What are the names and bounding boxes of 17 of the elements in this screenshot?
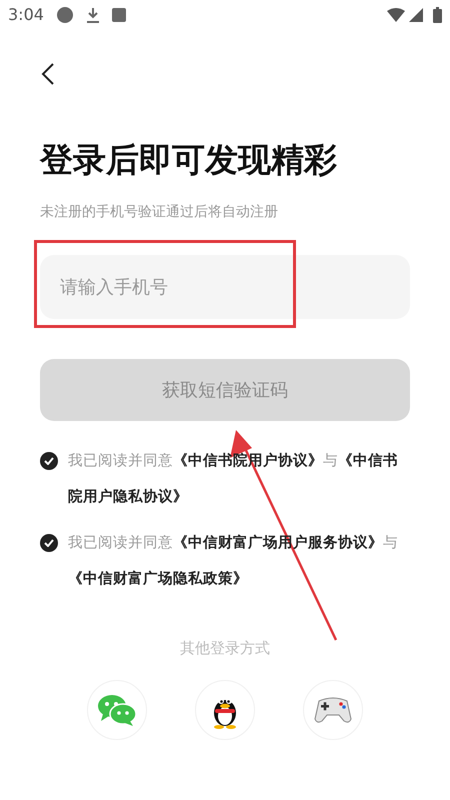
battery-icon xyxy=(433,7,442,23)
agreement-checkbox[interactable] xyxy=(40,534,58,552)
signal-icon xyxy=(409,8,423,22)
page-title: 登录后即可发现精彩 xyxy=(40,139,338,181)
status-time: 3:04 xyxy=(8,4,44,26)
check-icon xyxy=(44,539,54,547)
wifi-icon xyxy=(387,8,405,22)
page-subtitle: 未注册的手机号验证通过后将自动注册 xyxy=(40,203,279,222)
check-icon xyxy=(44,457,54,465)
gamepad-icon xyxy=(313,694,353,724)
download-icon xyxy=(86,7,100,23)
login-method-button[interactable] xyxy=(195,680,255,740)
chat-bubbles-icon xyxy=(97,692,137,726)
phone-input[interactable]: 请输入手机号 xyxy=(40,255,410,319)
other-login-label: 其他登录方式 xyxy=(179,638,271,659)
back-icon xyxy=(41,62,55,86)
agreement-checkbox[interactable] xyxy=(40,452,58,470)
